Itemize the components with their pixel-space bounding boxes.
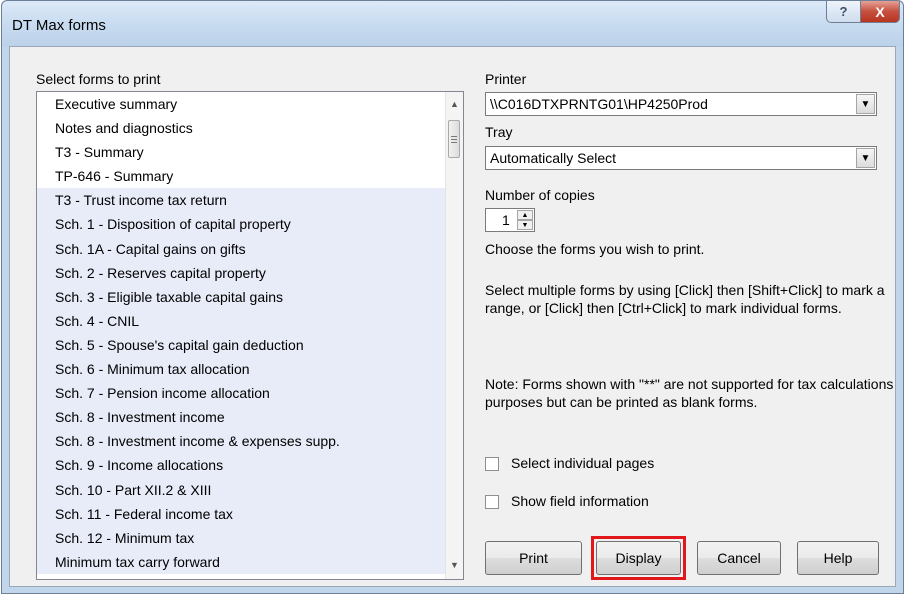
select-multiple-text: Select multiple forms by using [Click] t… [485,282,885,316]
spin-up-arrow-icon[interactable]: ▲ [517,210,533,220]
cancel-button[interactable]: Cancel [697,541,781,575]
print-button[interactable]: Print [485,541,582,575]
title-bar[interactable]: DT Max forms ? X [2,1,903,47]
printer-value: \\C016DTXPRNTG01\HP4250Prod [490,96,708,112]
form-list-item[interactable]: T3 - Summary [37,140,445,164]
display-button-highlight [591,536,686,580]
close-button[interactable]: X [860,1,900,23]
form-list-item[interactable]: Sch. 5 - Spouse's capital gain deduction [37,332,445,358]
select-pages-label[interactable]: Select individual pages [511,455,654,471]
printer-dropdown-arrow-icon[interactable]: ▼ [856,94,875,114]
copies-spinner[interactable]: 1 ▲ ▼ [485,208,535,232]
select-pages-checkbox[interactable] [485,457,499,471]
unsupported-note-text: Note: Forms shown with "**" are not supp… [485,376,894,410]
forms-listbox[interactable]: Executive summary Notes and diagnostics T3… [36,91,464,580]
tray-label: Tray [485,124,513,140]
form-list-item[interactable]: Sch. 3 - Eligible taxable capital gains [37,284,445,309]
form-list-item[interactable]: Sch. 10 - Part XII.2 & XIII [37,477,445,502]
help-button[interactable]: Help [797,541,879,575]
scroll-up-arrow-icon[interactable]: ▲ [446,96,463,113]
form-list-item[interactable]: Executive summary [37,92,445,116]
scroll-down-arrow-icon[interactable]: ▼ [446,557,463,574]
form-list-item[interactable]: Sch. 8 - Investment income & expenses su… [37,429,445,454]
spin-down-arrow-icon[interactable]: ▼ [517,220,533,230]
printer-select[interactable]: \\C016DTXPRNTG01\HP4250Prod ▼ [485,92,877,116]
question-mark-icon: ? [839,4,848,19]
form-list-item[interactable]: Sch. 9 - Income allocations [37,453,445,478]
dialog-window: DT Max forms ? X Select forms to print E… [1,0,904,594]
form-list-item[interactable]: TP-646 - Summary [37,164,445,188]
show-field-info-checkbox[interactable] [485,495,499,509]
forms-list-label: Select forms to print [36,71,161,87]
tray-dropdown-arrow-icon[interactable]: ▼ [856,148,875,168]
printer-label: Printer [485,71,527,87]
forms-list-items: Executive summary Notes and diagnostics T3… [37,92,445,579]
show-field-info-label[interactable]: Show field information [511,493,649,509]
form-list-item[interactable]: Sch. 2 - Reserves capital property [37,260,445,285]
form-list-item[interactable]: Minimum tax carry forward [37,549,445,574]
form-list-item[interactable]: Sch. 11 - Federal income tax [37,501,445,526]
form-list-item[interactable]: T3 - Trust income tax return [37,188,445,213]
form-list-item[interactable]: Sch. 7 - Pension income allocation [37,381,445,406]
form-list-item[interactable]: Sch. 12 - Minimum tax [37,525,445,550]
scrollbar-thumb[interactable] [448,120,460,158]
tray-value: Automatically Select [490,150,617,166]
form-list-item[interactable]: Sch. 1 - Disposition of capital property [37,212,445,237]
form-list-item[interactable]: Sch. 6 - Minimum tax allocation [37,357,445,382]
copies-value[interactable]: 1 [502,212,510,228]
choose-forms-text: Choose the forms you wish to print. [485,241,705,257]
window-title: DT Max forms [12,17,106,34]
copies-label: Number of copies [485,187,595,203]
dialog-client-area: Select forms to print Executive summary N… [9,46,896,587]
form-list-item[interactable]: Sch. 1A - Capital gains on gifts [37,236,445,261]
tray-select[interactable]: Automatically Select ▼ [485,146,877,170]
close-icon: X [875,3,885,20]
forms-list-scrollbar[interactable]: ▲ ▼ [445,92,463,579]
form-list-item[interactable]: Sch. 8 - Investment income [37,405,445,430]
help-title-button[interactable]: ? [826,1,861,23]
form-list-item[interactable]: Notes and diagnostics [37,116,445,140]
form-list-item[interactable]: Sch. 4 - CNIL [37,308,445,333]
